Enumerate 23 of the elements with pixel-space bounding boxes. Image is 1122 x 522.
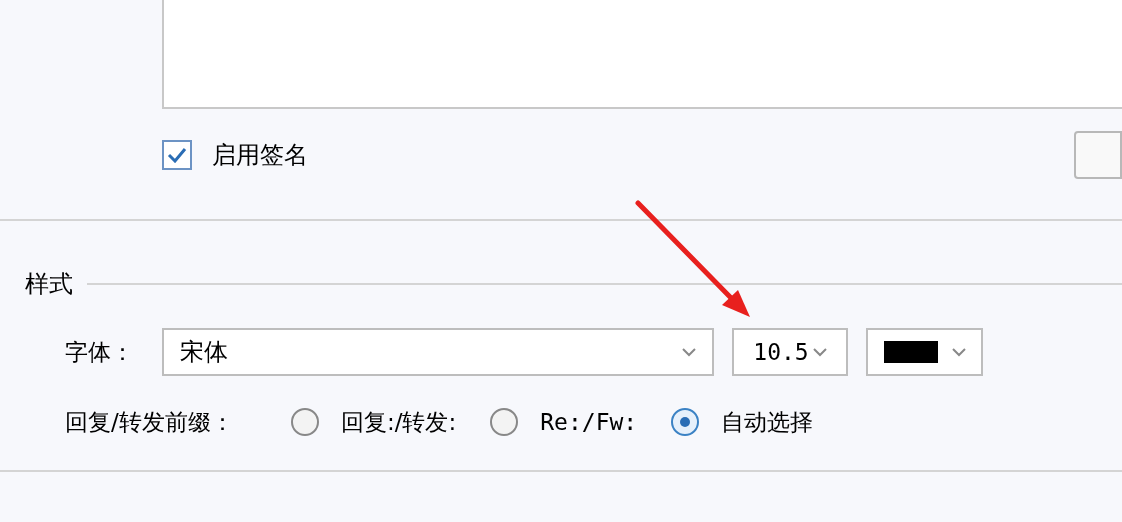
- signature-textarea[interactable]: [162, 0, 1122, 109]
- chevron-down-icon: [951, 347, 966, 357]
- chevron-down-icon: [812, 347, 827, 357]
- check-icon: [167, 147, 187, 163]
- size-dropdown[interactable]: 10.5: [732, 328, 848, 376]
- section-legend: 样式: [25, 266, 73, 302]
- radio-option[interactable]: Re:/Fw:: [490, 404, 638, 440]
- color-dropdown[interactable]: [866, 328, 983, 376]
- radio-label: Re:/Fw:: [540, 407, 638, 437]
- radio-label: 自动选择: [721, 407, 814, 437]
- field-label: 字体：: [65, 337, 135, 367]
- chevron-down-icon: [682, 347, 696, 357]
- radio-option[interactable]: 回复:/转发:: [291, 404, 457, 440]
- radio-option[interactable]: 自动选择: [671, 404, 814, 440]
- radio-button[interactable]: [291, 408, 319, 436]
- radio-button[interactable]: [490, 408, 519, 436]
- radio-label: 回复:/转发:: [341, 407, 457, 437]
- radio-button[interactable]: [671, 408, 700, 436]
- field-label: 回复/转发前缀：: [65, 407, 235, 437]
- checkbox-label: 启用签名: [212, 140, 308, 171]
- button[interactable]: [1074, 131, 1122, 179]
- font-dropdown[interactable]: 宋体: [162, 328, 714, 376]
- checkbox[interactable]: [162, 140, 192, 170]
